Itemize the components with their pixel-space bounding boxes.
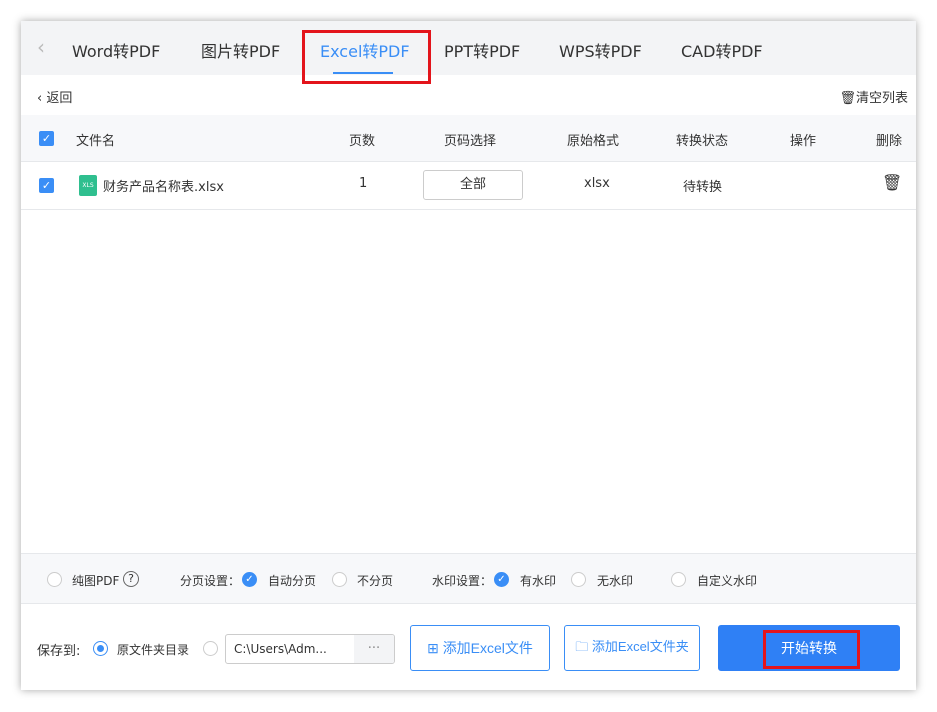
tab-bar: ‹ Word转PDF 图片转PDF Excel转PDF PPT转PDF WPS转…: [21, 21, 916, 75]
add-file-label: 添加Excel文件: [442, 640, 533, 656]
browse-button[interactable]: ···: [354, 635, 394, 663]
highlight-box: [302, 30, 431, 84]
col-status: 转换状态: [676, 134, 729, 149]
highlight-box: [763, 630, 860, 669]
watermark-label: 水印设置：: [432, 574, 493, 588]
folder-icon: 🗀: [575, 639, 592, 654]
tab-image[interactable]: 图片转PDF: [201, 38, 280, 62]
add-folder-label: 添加Excel文件夹: [591, 639, 689, 654]
add-file-button[interactable]: ⊞ 添加Excel文件: [410, 625, 550, 671]
chevron-left-icon[interactable]: ‹: [37, 35, 45, 59]
back-label: 返回: [46, 91, 73, 106]
app-window: ‹ Word转PDF 图片转PDF Excel转PDF PPT转PDF WPS转…: [21, 21, 916, 690]
select-all-checkbox[interactable]: ✓: [39, 131, 54, 146]
col-action: 操作: [790, 134, 817, 149]
no-page-label: 不分页: [357, 574, 394, 588]
with-watermark-radio[interactable]: ✓: [494, 572, 509, 587]
custom-dir-radio[interactable]: [203, 641, 218, 656]
page-count: 1: [359, 176, 368, 191]
no-page-radio[interactable]: [332, 572, 347, 587]
col-pages: 页数: [349, 134, 376, 149]
pure-pdf-label: 纯图PDF: [72, 574, 120, 588]
with-watermark-label: 有水印: [520, 574, 557, 588]
back-button[interactable]: ‹ 返回: [37, 87, 72, 106]
tab-wps[interactable]: WPS转PDF: [559, 38, 642, 62]
save-to-label: 保存到:: [37, 644, 81, 659]
file-name: 财务产品名称表.xlsx: [103, 180, 224, 195]
table-row: ✓ XLS 财务产品名称表.xlsx 1 全部 xlsx 待转换 🗑: [21, 162, 916, 210]
auto-page-label: 自动分页: [268, 574, 317, 588]
page-select-button[interactable]: 全部: [423, 170, 523, 200]
col-filename: 文件名: [76, 134, 116, 149]
col-format: 原始格式: [567, 134, 620, 149]
tab-ppt[interactable]: PPT转PDF: [444, 38, 520, 62]
help-icon[interactable]: ?: [123, 571, 139, 587]
original-dir-radio[interactable]: [93, 641, 108, 656]
tab-word[interactable]: Word转PDF: [72, 38, 160, 62]
custom-watermark-label: 自定义水印: [697, 574, 758, 588]
trash-icon: 🗑: [839, 91, 856, 106]
col-delete: 删除: [876, 134, 903, 149]
options-bar: 纯图PDF ? 分页设置： ✓ 自动分页 不分页 水印设置： ✓ 有水印 无水印…: [21, 553, 916, 604]
save-path-value: C:\Users\Adm...: [234, 642, 327, 656]
file-format: xlsx: [584, 176, 610, 191]
add-folder-button[interactable]: 🗀 添加Excel文件夹: [564, 625, 700, 671]
add-file-icon: ⊞: [427, 640, 443, 656]
pure-pdf-radio[interactable]: [47, 572, 62, 587]
status-text: 待转换: [683, 180, 723, 195]
col-page-select: 页码选择: [444, 134, 497, 149]
no-watermark-label: 无水印: [597, 574, 634, 588]
trash-icon[interactable]: 🗑: [882, 173, 902, 192]
custom-watermark-radio[interactable]: [671, 572, 686, 587]
original-dir-label: 原文件夹目录: [117, 643, 190, 657]
table-header: ✓ 文件名 页数 页码选择 原始格式 转换状态 操作 删除: [21, 115, 916, 162]
tab-cad[interactable]: CAD转PDF: [681, 38, 763, 62]
chevron-left-icon: ‹: [37, 91, 47, 106]
paging-label: 分页设置：: [180, 574, 241, 588]
save-path-field[interactable]: C:\Users\Adm... ···: [225, 634, 395, 664]
no-watermark-radio[interactable]: [571, 572, 586, 587]
clear-list-label: 清空列表: [855, 91, 908, 106]
row-checkbox[interactable]: ✓: [39, 178, 54, 193]
auto-page-radio[interactable]: ✓: [242, 572, 257, 587]
clear-list-button[interactable]: 🗑清空列表: [839, 87, 908, 106]
xls-file-icon: XLS: [79, 175, 97, 196]
